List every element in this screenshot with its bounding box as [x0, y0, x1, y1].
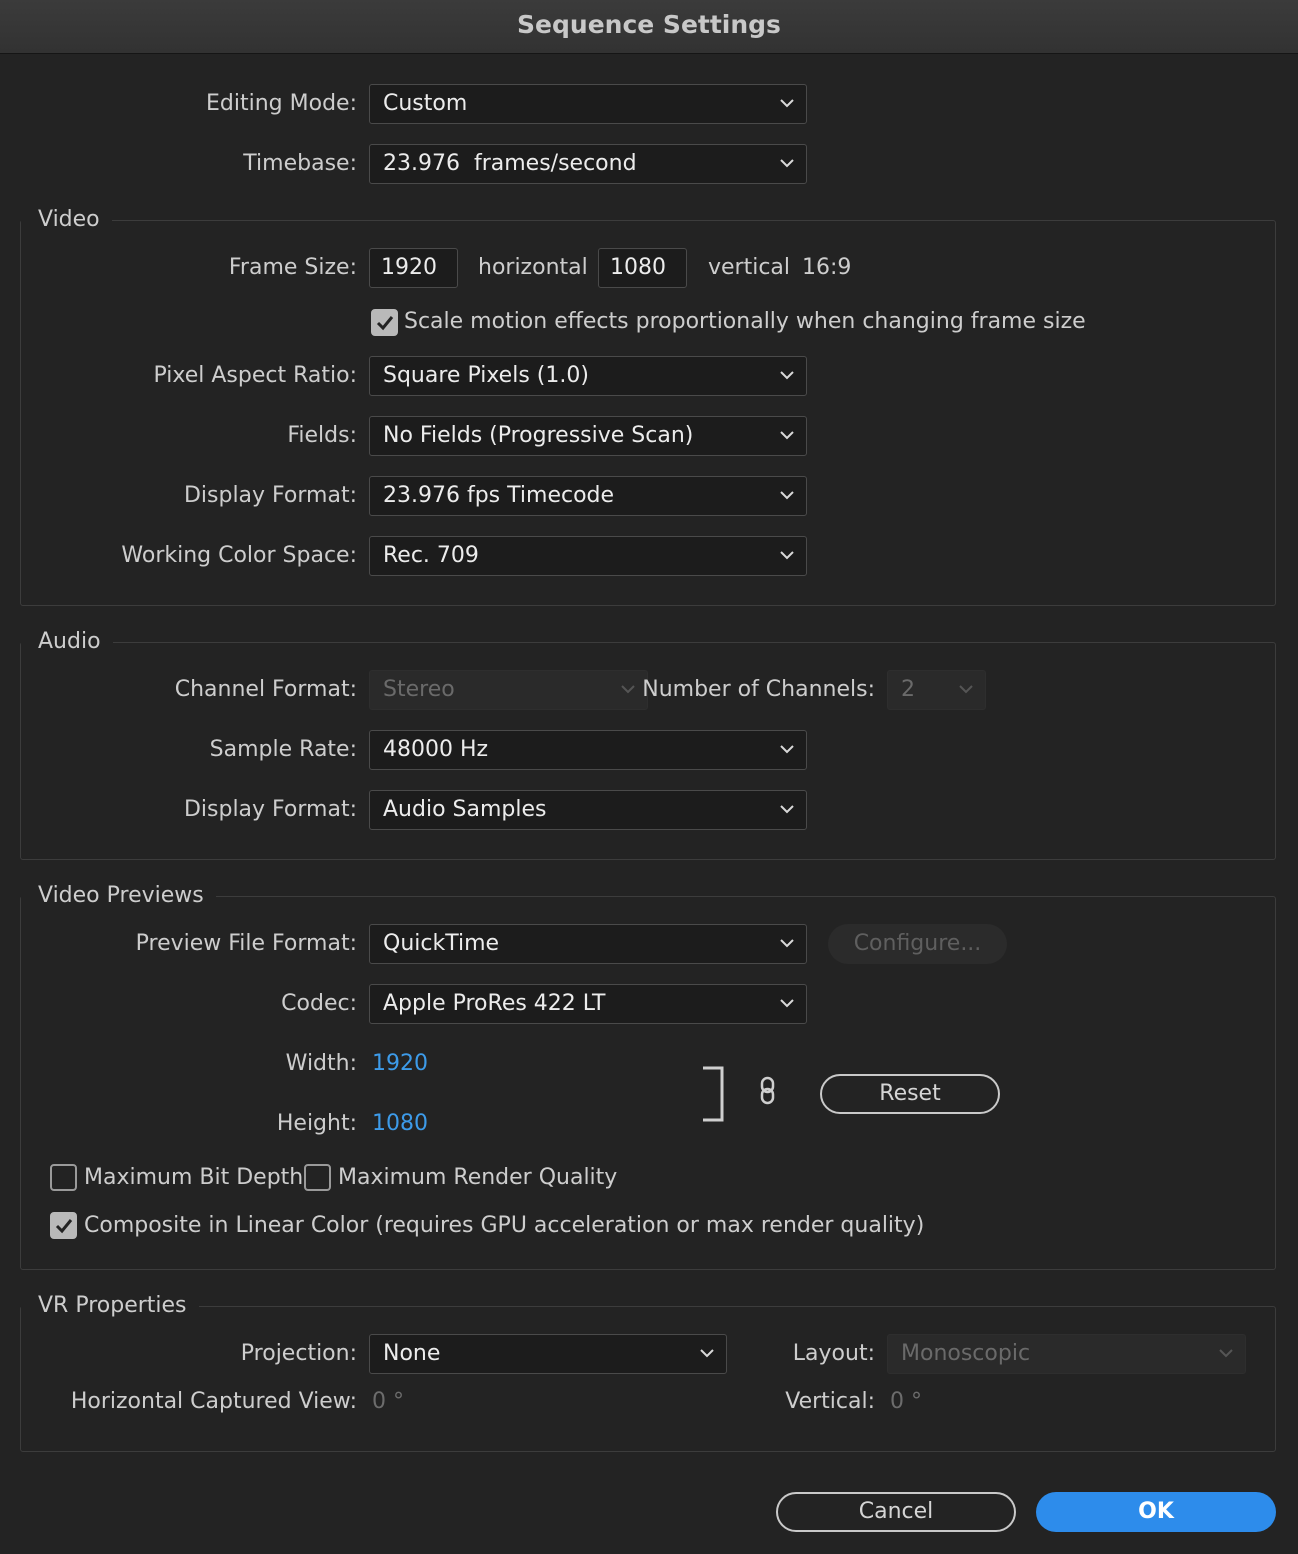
max-render-quality-label: Maximum Render Quality [338, 1165, 618, 1190]
previews-group-title: Video Previews [21, 882, 216, 910]
cancel-button[interactable]: Cancel [776, 1492, 1016, 1532]
chevron-down-icon [780, 939, 794, 948]
max-bit-depth-label: Maximum Bit Depth [84, 1165, 304, 1190]
preview-file-format-label: Preview File Format: [135, 931, 357, 956]
chevron-down-icon [780, 431, 794, 440]
linear-color-label: Composite in Linear Color (requires GPU … [84, 1213, 925, 1238]
channel-format-value: Stereo [383, 677, 455, 702]
color-space-label: Working Color Space: [121, 543, 357, 568]
chevron-down-icon [780, 491, 794, 500]
frame-height-input[interactable]: 1080 [598, 248, 687, 288]
num-channels-label: Number of Channels: [642, 677, 875, 702]
channel-format-label: Channel Format: [174, 677, 357, 702]
pixel-aspect-dropdown[interactable]: Square Pixels (1.0) [369, 356, 807, 396]
vertical-label: vertical [708, 255, 791, 280]
checkmark-icon [376, 316, 394, 331]
fields-dropdown[interactable]: No Fields (Progressive Scan) [369, 416, 807, 456]
chevron-down-icon [780, 371, 794, 380]
preview-file-format-dropdown[interactable]: QuickTime [369, 924, 807, 964]
codec-value: Apple ProRes 422 LT [383, 991, 606, 1016]
color-space-dropdown[interactable]: Rec. 709 [369, 536, 807, 576]
chevron-down-icon [1219, 1349, 1233, 1358]
audio-display-format-dropdown[interactable]: Audio Samples [369, 790, 807, 830]
scale-motion-label: Scale motion effects proportionally when… [404, 309, 1086, 334]
configure-button[interactable]: Configure... [828, 924, 1007, 964]
audio-display-format-value: Audio Samples [383, 797, 547, 822]
layout-value: Monoscopic [901, 1341, 1031, 1366]
chevron-down-icon [780, 745, 794, 754]
chevron-down-icon [700, 1349, 714, 1358]
h-captured-view-label: Horizontal Captured View: [70, 1389, 357, 1414]
chevron-down-icon [959, 685, 973, 694]
sample-rate-label: Sample Rate: [209, 737, 357, 762]
preview-file-format-value: QuickTime [383, 931, 500, 956]
vr-group-title: VR Properties [21, 1292, 199, 1320]
video-group-title: Video [21, 206, 112, 234]
chevron-down-icon [780, 99, 794, 108]
codec-dropdown[interactable]: Apple ProRes 422 LT [369, 984, 807, 1024]
projection-value: None [383, 1341, 441, 1366]
timebase-value: 23.976 frames/second [383, 151, 637, 176]
ok-button[interactable]: OK [1036, 1492, 1276, 1532]
preview-height-label: Height: [276, 1111, 357, 1136]
editing-mode-label: Editing Mode: [206, 91, 357, 116]
window-title: Sequence Settings [0, 0, 1298, 54]
timebase-label: Timebase: [243, 151, 357, 176]
checkmark-icon [55, 1219, 73, 1234]
chevron-down-icon [780, 551, 794, 560]
frame-size-label: Frame Size: [228, 255, 357, 280]
projection-dropdown[interactable]: None [369, 1334, 727, 1374]
h-captured-view-value: 0 ° [372, 1389, 404, 1414]
layout-label: Layout: [792, 1341, 875, 1366]
preview-width-value[interactable]: 1920 [372, 1050, 428, 1078]
layout-dropdown[interactable]: Monoscopic [887, 1334, 1246, 1374]
chevron-down-icon [780, 805, 794, 814]
frame-width-input[interactable]: 1920 [369, 248, 458, 288]
pixel-aspect-value: Square Pixels (1.0) [383, 363, 589, 388]
linear-color-checkbox[interactable] [50, 1212, 77, 1239]
vr-vertical-label: Vertical: [785, 1389, 875, 1414]
color-space-value: Rec. 709 [383, 543, 479, 568]
fields-value: No Fields (Progressive Scan) [383, 423, 694, 448]
video-display-format-dropdown[interactable]: 23.976 fps Timecode [369, 476, 807, 516]
video-display-format-label: Display Format: [183, 483, 357, 508]
vr-group [20, 1306, 1276, 1452]
fields-label: Fields: [287, 423, 357, 448]
channel-format-dropdown[interactable]: Stereo [369, 670, 648, 710]
sample-rate-value: 48000 Hz [383, 737, 489, 762]
bracket-icon [702, 1066, 724, 1122]
reset-button[interactable]: Reset [820, 1074, 1000, 1114]
max-render-quality-checkbox[interactable] [304, 1164, 331, 1191]
num-channels-dropdown[interactable]: 2 [887, 670, 986, 710]
sample-rate-dropdown[interactable]: 48000 Hz [369, 730, 807, 770]
editing-mode-value: Custom [383, 91, 468, 116]
chevron-down-icon [621, 685, 635, 694]
audio-group-title: Audio [21, 628, 113, 656]
link-icon[interactable] [759, 1076, 777, 1106]
editing-mode-dropdown[interactable]: Custom [369, 84, 807, 124]
aspect-ratio-text: 16:9 [802, 255, 852, 280]
pixel-aspect-label: Pixel Aspect Ratio: [153, 363, 358, 388]
chevron-down-icon [780, 999, 794, 1008]
max-bit-depth-checkbox[interactable] [50, 1164, 77, 1191]
horizontal-label: horizontal [478, 255, 588, 280]
audio-display-format-label: Display Format: [183, 797, 357, 822]
num-channels-value: 2 [901, 677, 915, 702]
chevron-down-icon [780, 159, 794, 168]
preview-height-value[interactable]: 1080 [372, 1110, 428, 1138]
video-display-format-value: 23.976 fps Timecode [383, 483, 615, 508]
vr-vertical-value: 0 ° [890, 1389, 922, 1414]
preview-width-label: Width: [285, 1051, 357, 1076]
scale-motion-checkbox[interactable] [371, 309, 398, 336]
timebase-dropdown[interactable]: 23.976 frames/second [369, 144, 807, 184]
codec-label: Codec: [281, 991, 357, 1016]
projection-label: Projection: [240, 1341, 357, 1366]
